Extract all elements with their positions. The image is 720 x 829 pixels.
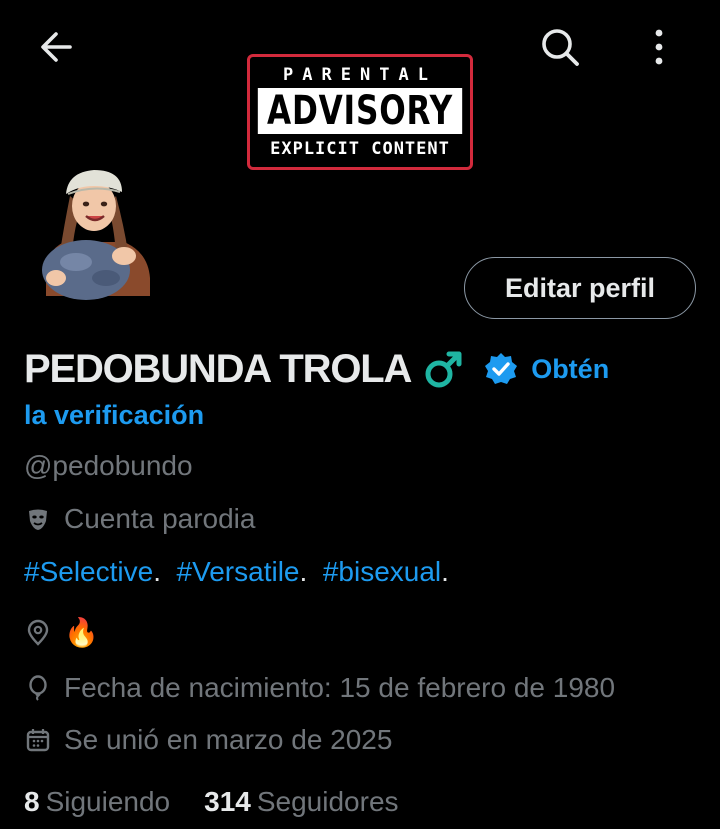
hashtag-link[interactable]: #Selective <box>24 556 153 588</box>
follow-stats: 8 Siguiendo 314 Seguidores <box>24 786 399 818</box>
followers-count: 314 <box>204 786 251 817</box>
more-options-button[interactable] <box>636 22 682 72</box>
parody-label: Cuenta parodia <box>64 503 256 534</box>
verified-badge-icon[interactable] <box>483 351 519 387</box>
bio-hashtags: #Selective. #Versatile. #bisexual. <box>24 556 449 588</box>
joined-date: Se unió en marzo de 2025 <box>64 724 393 755</box>
banner-line-parental: PARENTAL <box>283 64 437 85</box>
banner-line-explicit: EXPLICIT CONTENT <box>270 138 450 159</box>
hashtag-link[interactable]: #bisexual <box>323 556 441 588</box>
more-vertical-icon <box>655 29 663 65</box>
hashtag-link[interactable]: #Versatile <box>177 556 300 588</box>
location-row: 🔥 <box>24 616 99 649</box>
parental-advisory-banner: PARENTAL ADVISORY EXPLICIT CONTENT <box>247 54 473 170</box>
display-name: PEDOBUNDA TROLA <box>24 346 412 391</box>
hashtag-separator: . <box>441 556 449 587</box>
following-link[interactable]: 8 Siguiendo <box>24 786 170 818</box>
avatar[interactable] <box>24 156 164 312</box>
theater-masks-icon <box>24 505 52 533</box>
followers-link[interactable]: 314 Seguidores <box>204 786 398 818</box>
display-name-row: PEDOBUNDA TROLA Obtén <box>24 342 704 396</box>
avatar-illustration <box>42 170 150 300</box>
search-icon <box>542 29 579 66</box>
following-count: 8 <box>24 786 40 817</box>
parody-label-row: Cuenta parodia <box>24 503 255 535</box>
calendar-icon <box>24 726 52 754</box>
get-verified-link-part1[interactable]: Obtén <box>531 354 609 385</box>
arrow-left-icon <box>41 32 72 62</box>
hashtag-separator: . <box>299 556 308 587</box>
male-sign-icon <box>425 351 462 388</box>
location-value: 🔥 <box>64 617 99 648</box>
following-label: Siguiendo <box>45 786 171 817</box>
edit-profile-button[interactable]: Editar perfil <box>464 257 696 319</box>
followers-label: Seguidores <box>256 786 399 817</box>
username-handle: @pedobundo <box>24 450 193 481</box>
location-pin-icon <box>24 619 52 647</box>
birth-date-row: Fecha de nacimiento: 15 de febrero de 19… <box>24 672 615 704</box>
get-verified-link-part2[interactable]: la verificación <box>24 400 204 431</box>
joined-date-row: Se unió en marzo de 2025 <box>24 724 392 756</box>
hashtag-separator: . <box>153 556 161 587</box>
banner-line-advisory: ADVISORY <box>257 88 463 135</box>
search-button[interactable] <box>532 22 588 72</box>
balloon-icon <box>24 674 52 702</box>
birth-date: Fecha de nacimiento: 15 de febrero de 19… <box>64 672 616 703</box>
back-button[interactable] <box>28 22 84 72</box>
